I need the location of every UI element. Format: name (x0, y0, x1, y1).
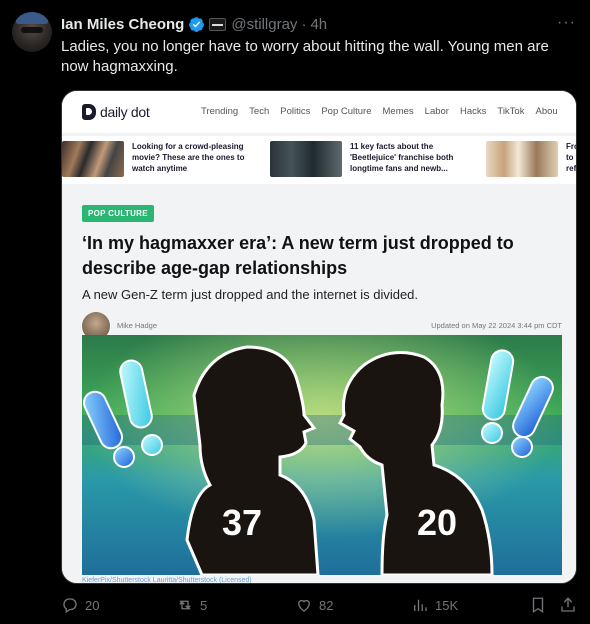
nav-link-about: Abou (535, 106, 558, 117)
more-icon[interactable]: ··· (557, 14, 576, 32)
tweet-time[interactable]: 4h (310, 16, 327, 33)
nav-link-pop-culture: Pop Culture (321, 106, 372, 117)
related-text: Looking for a crowd-pleasing movie? Thes… (132, 142, 245, 173)
nav-link-labor: Labor (424, 106, 449, 117)
bookmark-button[interactable] (529, 596, 553, 614)
author-avatar[interactable] (12, 12, 52, 52)
repost-button[interactable]: 5 (176, 596, 207, 614)
tweet-text: Ladies, you no longer have to worry abou… (61, 38, 549, 75)
bookmark-icon (532, 597, 544, 614)
site-logo: daily dot (82, 104, 150, 120)
affiliate-badge-icon (209, 17, 227, 31)
link-card[interactable]: daily dot Trending Tech Politics Pop Cul… (61, 90, 577, 584)
related-item: Looking for a crowd-pleasing movie? Thes… (62, 141, 250, 179)
related-thumbnail (270, 141, 342, 177)
like-icon (298, 599, 310, 612)
image-credit: KieferPix/Shutterstock Lauritta/Shutters… (82, 577, 252, 584)
article: POP CULTURE ‘In my hagmaxxer era’: A new… (82, 203, 562, 342)
repost-icon (179, 600, 191, 610)
article-dek: A new Gen-Z term just dropped and the in… (82, 287, 419, 302)
verified-badge-icon (189, 16, 205, 32)
reply-icon (63, 598, 77, 613)
separator-dot: · (301, 15, 307, 33)
related-text: 11 key facts about the 'Beetlejuice' fra… (350, 142, 454, 173)
nav-link-hacks: Hacks (459, 106, 487, 117)
article-updated: Updated on May 22 2024 3:44 pm CDT (431, 321, 562, 330)
article-author: Mike Hadge (117, 321, 158, 330)
views-icon (414, 599, 427, 611)
reply-count: 20 (85, 597, 100, 613)
like-button[interactable]: 82 (295, 596, 333, 614)
related-thumbnail (62, 141, 124, 177)
nav-links: Trending Tech Politics Pop Culture Memes… (201, 106, 569, 117)
age-number-left: 37 (222, 502, 262, 543)
category-tag: POP CULTURE (82, 205, 154, 222)
related-strip: Looking for a crowd-pleasing movie? Thes… (62, 136, 577, 184)
nav-link-memes: Memes (382, 106, 414, 117)
age-number-right: 20 (417, 502, 457, 543)
related-text: Fro to f ref (566, 142, 577, 173)
share-icon (561, 597, 575, 612)
nav-link-tech: Tech (249, 106, 270, 117)
share-button[interactable] (559, 596, 583, 614)
tweet-header: Ian Miles Cheong @stillgray · 4h (61, 14, 327, 34)
views-button[interactable]: 15K (411, 596, 458, 614)
related-item: 11 key facts about the 'Beetlejuice' fra… (270, 141, 468, 179)
site-nav: daily dot Trending Tech Politics Pop Cul… (62, 91, 576, 133)
article-headline: ‘In my hagmaxxer era’: A new term just d… (82, 233, 514, 278)
views-count: 15K (435, 597, 459, 613)
nav-link-trending: Trending (201, 106, 239, 117)
logo-mark-icon (82, 104, 96, 120)
related-item: Fro to f ref (486, 141, 577, 179)
related-thumbnail (486, 141, 558, 177)
nav-link-tiktok: TikTok (497, 106, 525, 117)
site-name: daily dot (100, 104, 150, 120)
hero-image: 37 20 (82, 335, 562, 575)
reply-button[interactable]: 20 (61, 596, 99, 614)
nav-link-politics: Politics (280, 106, 311, 117)
author-name[interactable]: Ian Miles Cheong (61, 16, 184, 33)
author-handle[interactable]: @stillgray (231, 16, 297, 33)
tweet-actions: 20 5 82 15K (61, 596, 581, 618)
like-count: 82 (319, 597, 334, 613)
repost-count: 5 (200, 597, 208, 613)
